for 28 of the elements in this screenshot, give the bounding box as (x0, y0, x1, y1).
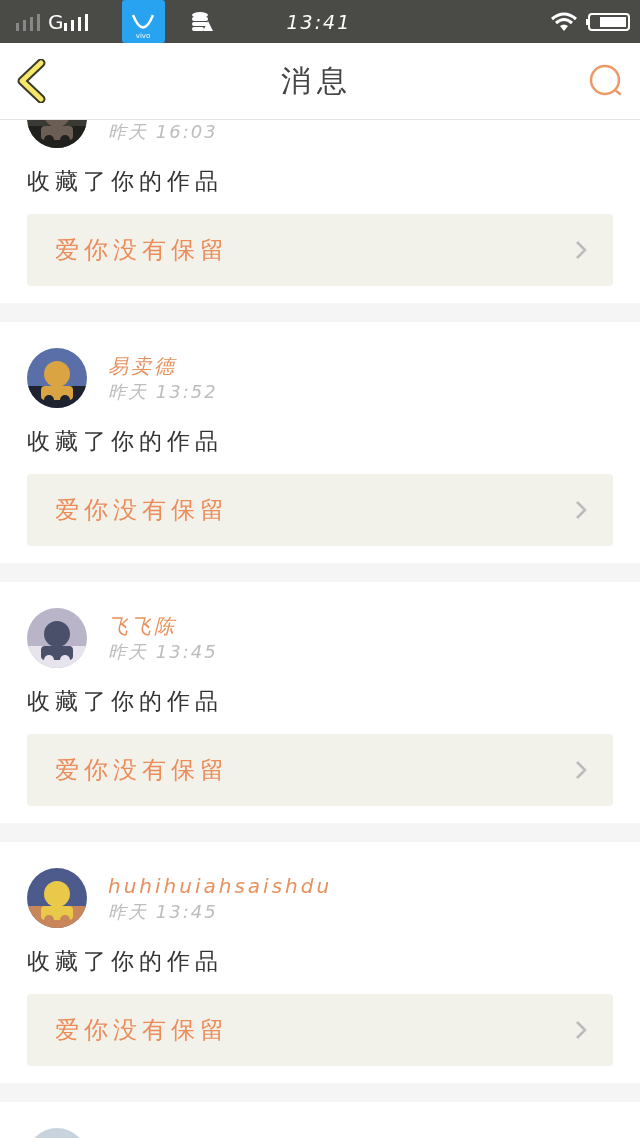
message-text: 收藏了你的作品 (27, 688, 224, 714)
back-icon[interactable] (16, 59, 46, 103)
message-text: 收藏了你的作品 (27, 168, 224, 194)
work-link[interactable]: 爱你没有保留 (27, 994, 613, 1066)
message-time: 昨天 13:45 (108, 640, 218, 664)
message-time: 昨天 13:52 (108, 380, 218, 404)
signal-icon (16, 12, 42, 31)
page-title: 消息 (281, 61, 353, 100)
message-text: 收藏了你的作品 (27, 428, 224, 454)
network-type: G (48, 9, 64, 34)
work-link[interactable]: 爱你没有保留 (27, 214, 613, 286)
wifi-icon (550, 11, 578, 32)
work-link[interactable]: 爱你没有保留 (27, 734, 613, 806)
message-text: 收藏了你的作品 (27, 948, 224, 974)
chevron-right-icon (575, 240, 587, 260)
battery-icon (586, 12, 630, 31)
signal-icon (63, 12, 90, 31)
user-name[interactable]: 飞飞陈 (108, 613, 218, 639)
clock: 13:41 (286, 10, 352, 33)
user-name[interactable]: huhihuiahsaishdu (108, 873, 333, 899)
database-warning-icon (190, 11, 213, 32)
chevron-right-icon (575, 1020, 587, 1040)
user-name[interactable]: 易卖德 (108, 353, 218, 379)
message-time: 昨天 16:03 (108, 120, 218, 144)
work-link[interactable]: 爱你没有保留 (27, 474, 613, 546)
chevron-right-icon (575, 500, 587, 520)
chevron-right-icon (575, 760, 587, 780)
message-time: 昨天 13:45 (108, 900, 219, 924)
